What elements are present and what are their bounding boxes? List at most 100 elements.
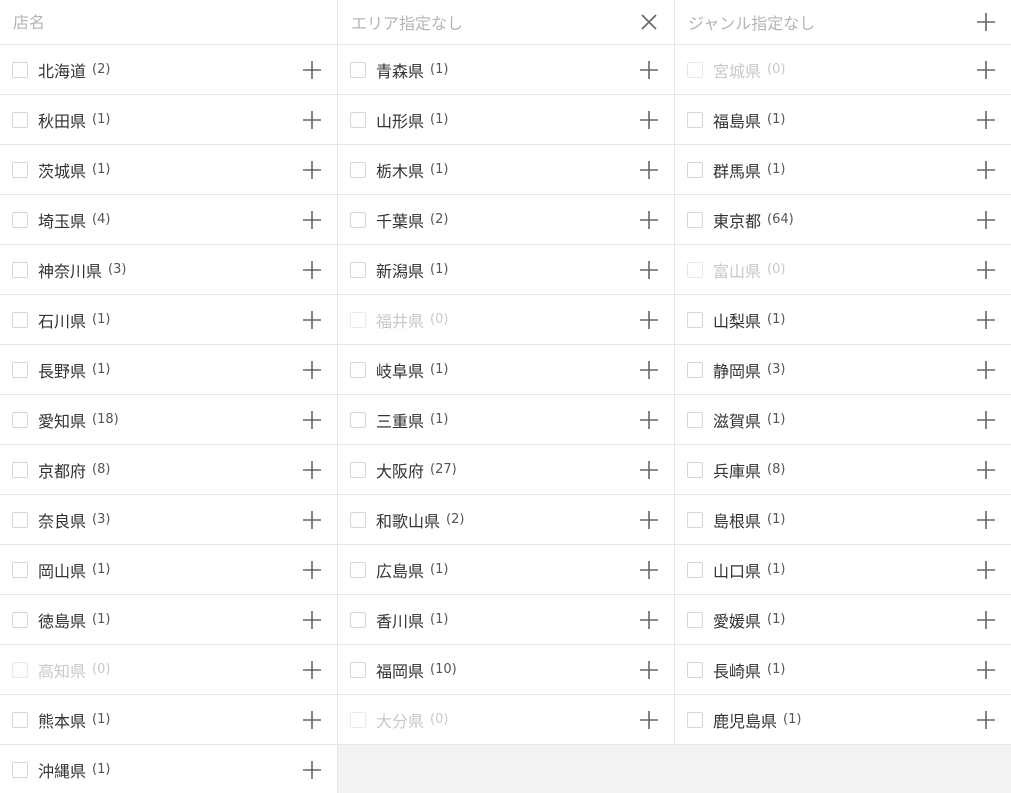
- plus-icon[interactable]: [975, 11, 997, 33]
- prefecture-checkbox[interactable]: [12, 161, 28, 178]
- prefecture-checkbox[interactable]: [687, 461, 703, 478]
- plus-icon[interactable]: [301, 609, 323, 631]
- prefecture-item[interactable]: 奈良県 (3): [0, 495, 338, 545]
- prefecture-item[interactable]: 東京都 (64): [675, 195, 1011, 245]
- prefecture-item[interactable]: 大阪府 (27): [338, 445, 675, 495]
- plus-icon[interactable]: [638, 559, 660, 581]
- prefecture-item[interactable]: 千葉県 (2): [338, 195, 675, 245]
- plus-icon[interactable]: [975, 159, 997, 181]
- plus-icon[interactable]: [975, 409, 997, 431]
- prefecture-item[interactable]: 福島県 (1): [675, 95, 1011, 145]
- prefecture-item[interactable]: 静岡県 (3): [675, 345, 1011, 395]
- store-name-input[interactable]: [13, 12, 273, 32]
- prefecture-item[interactable]: 山口県 (1): [675, 545, 1011, 595]
- prefecture-item[interactable]: 栃木県 (1): [338, 145, 675, 195]
- prefecture-checkbox[interactable]: [350, 61, 366, 78]
- plus-icon[interactable]: [975, 609, 997, 631]
- prefecture-item[interactable]: 山形県 (1): [338, 95, 675, 145]
- plus-icon[interactable]: [638, 509, 660, 531]
- prefecture-item[interactable]: 和歌山県 (2): [338, 495, 675, 545]
- prefecture-checkbox[interactable]: [12, 561, 28, 578]
- prefecture-checkbox[interactable]: [687, 111, 703, 128]
- prefecture-checkbox[interactable]: [12, 411, 28, 428]
- prefecture-checkbox[interactable]: [350, 161, 366, 178]
- prefecture-checkbox[interactable]: [350, 411, 366, 428]
- plus-icon[interactable]: [638, 259, 660, 281]
- prefecture-checkbox[interactable]: [687, 561, 703, 578]
- plus-icon[interactable]: [638, 59, 660, 81]
- prefecture-checkbox[interactable]: [687, 611, 703, 628]
- plus-icon[interactable]: [975, 59, 997, 81]
- prefecture-checkbox[interactable]: [687, 211, 703, 228]
- prefecture-checkbox[interactable]: [12, 261, 28, 278]
- prefecture-item[interactable]: 徳島県 (1): [0, 595, 338, 645]
- prefecture-checkbox[interactable]: [350, 561, 366, 578]
- plus-icon[interactable]: [638, 359, 660, 381]
- prefecture-checkbox[interactable]: [12, 61, 28, 78]
- prefecture-item[interactable]: 長崎県 (1): [675, 645, 1011, 695]
- plus-icon[interactable]: [301, 109, 323, 131]
- prefecture-item[interactable]: 神奈川県 (3): [0, 245, 338, 295]
- plus-icon[interactable]: [638, 659, 660, 681]
- prefecture-item[interactable]: 愛媛県 (1): [675, 595, 1011, 645]
- prefecture-checkbox[interactable]: [350, 511, 366, 528]
- prefecture-checkbox[interactable]: [12, 511, 28, 528]
- plus-icon[interactable]: [301, 309, 323, 331]
- prefecture-checkbox[interactable]: [350, 661, 366, 678]
- plus-icon[interactable]: [638, 309, 660, 331]
- prefecture-checkbox[interactable]: [687, 161, 703, 178]
- prefecture-item[interactable]: 三重県 (1): [338, 395, 675, 445]
- prefecture-checkbox[interactable]: [350, 611, 366, 628]
- prefecture-item[interactable]: 愛知県 (18): [0, 395, 338, 445]
- prefecture-item[interactable]: 滋賀県 (1): [675, 395, 1011, 445]
- plus-icon[interactable]: [975, 259, 997, 281]
- prefecture-checkbox[interactable]: [350, 461, 366, 478]
- plus-icon[interactable]: [301, 659, 323, 681]
- plus-icon[interactable]: [301, 509, 323, 531]
- prefecture-item[interactable]: 埼玉県 (4): [0, 195, 338, 245]
- prefecture-checkbox[interactable]: [12, 111, 28, 128]
- prefecture-item[interactable]: 岡山県 (1): [0, 545, 338, 595]
- prefecture-item[interactable]: 青森県 (1): [338, 45, 675, 95]
- prefecture-checkbox[interactable]: [12, 761, 28, 778]
- plus-icon[interactable]: [638, 109, 660, 131]
- plus-icon[interactable]: [301, 559, 323, 581]
- plus-icon[interactable]: [638, 609, 660, 631]
- prefecture-item[interactable]: 福岡県 (10): [338, 645, 675, 695]
- prefecture-item[interactable]: 北海道 (2): [0, 45, 338, 95]
- prefecture-item[interactable]: 沖縄県 (1): [0, 745, 338, 793]
- plus-icon[interactable]: [975, 709, 997, 731]
- prefecture-checkbox[interactable]: [687, 511, 703, 528]
- prefecture-item[interactable]: 秋田県 (1): [0, 95, 338, 145]
- plus-icon[interactable]: [301, 359, 323, 381]
- plus-icon[interactable]: [975, 459, 997, 481]
- plus-icon[interactable]: [975, 559, 997, 581]
- prefecture-item[interactable]: 兵庫県 (8): [675, 445, 1011, 495]
- plus-icon[interactable]: [638, 159, 660, 181]
- plus-icon[interactable]: [301, 459, 323, 481]
- area-selector[interactable]: エリア指定なし: [338, 0, 675, 45]
- prefecture-checkbox[interactable]: [687, 311, 703, 328]
- plus-icon[interactable]: [301, 59, 323, 81]
- plus-icon[interactable]: [975, 359, 997, 381]
- plus-icon[interactable]: [638, 709, 660, 731]
- prefecture-item[interactable]: 香川県 (1): [338, 595, 675, 645]
- plus-icon[interactable]: [638, 409, 660, 431]
- prefecture-item[interactable]: 鹿児島県 (1): [675, 695, 1011, 745]
- prefecture-checkbox[interactable]: [350, 261, 366, 278]
- prefecture-checkbox[interactable]: [350, 111, 366, 128]
- prefecture-checkbox[interactable]: [687, 661, 703, 678]
- prefecture-checkbox[interactable]: [12, 711, 28, 728]
- plus-icon[interactable]: [301, 759, 323, 781]
- prefecture-item[interactable]: 長野県 (1): [0, 345, 338, 395]
- prefecture-item[interactable]: 京都府 (8): [0, 445, 338, 495]
- plus-icon[interactable]: [301, 209, 323, 231]
- prefecture-checkbox[interactable]: [350, 211, 366, 228]
- prefecture-checkbox[interactable]: [12, 211, 28, 228]
- prefecture-item[interactable]: 茨城県 (1): [0, 145, 338, 195]
- prefecture-item[interactable]: 石川県 (1): [0, 295, 338, 345]
- prefecture-item[interactable]: 島根県 (1): [675, 495, 1011, 545]
- prefecture-item[interactable]: 群馬県 (1): [675, 145, 1011, 195]
- close-icon[interactable]: [638, 11, 660, 33]
- plus-icon[interactable]: [301, 159, 323, 181]
